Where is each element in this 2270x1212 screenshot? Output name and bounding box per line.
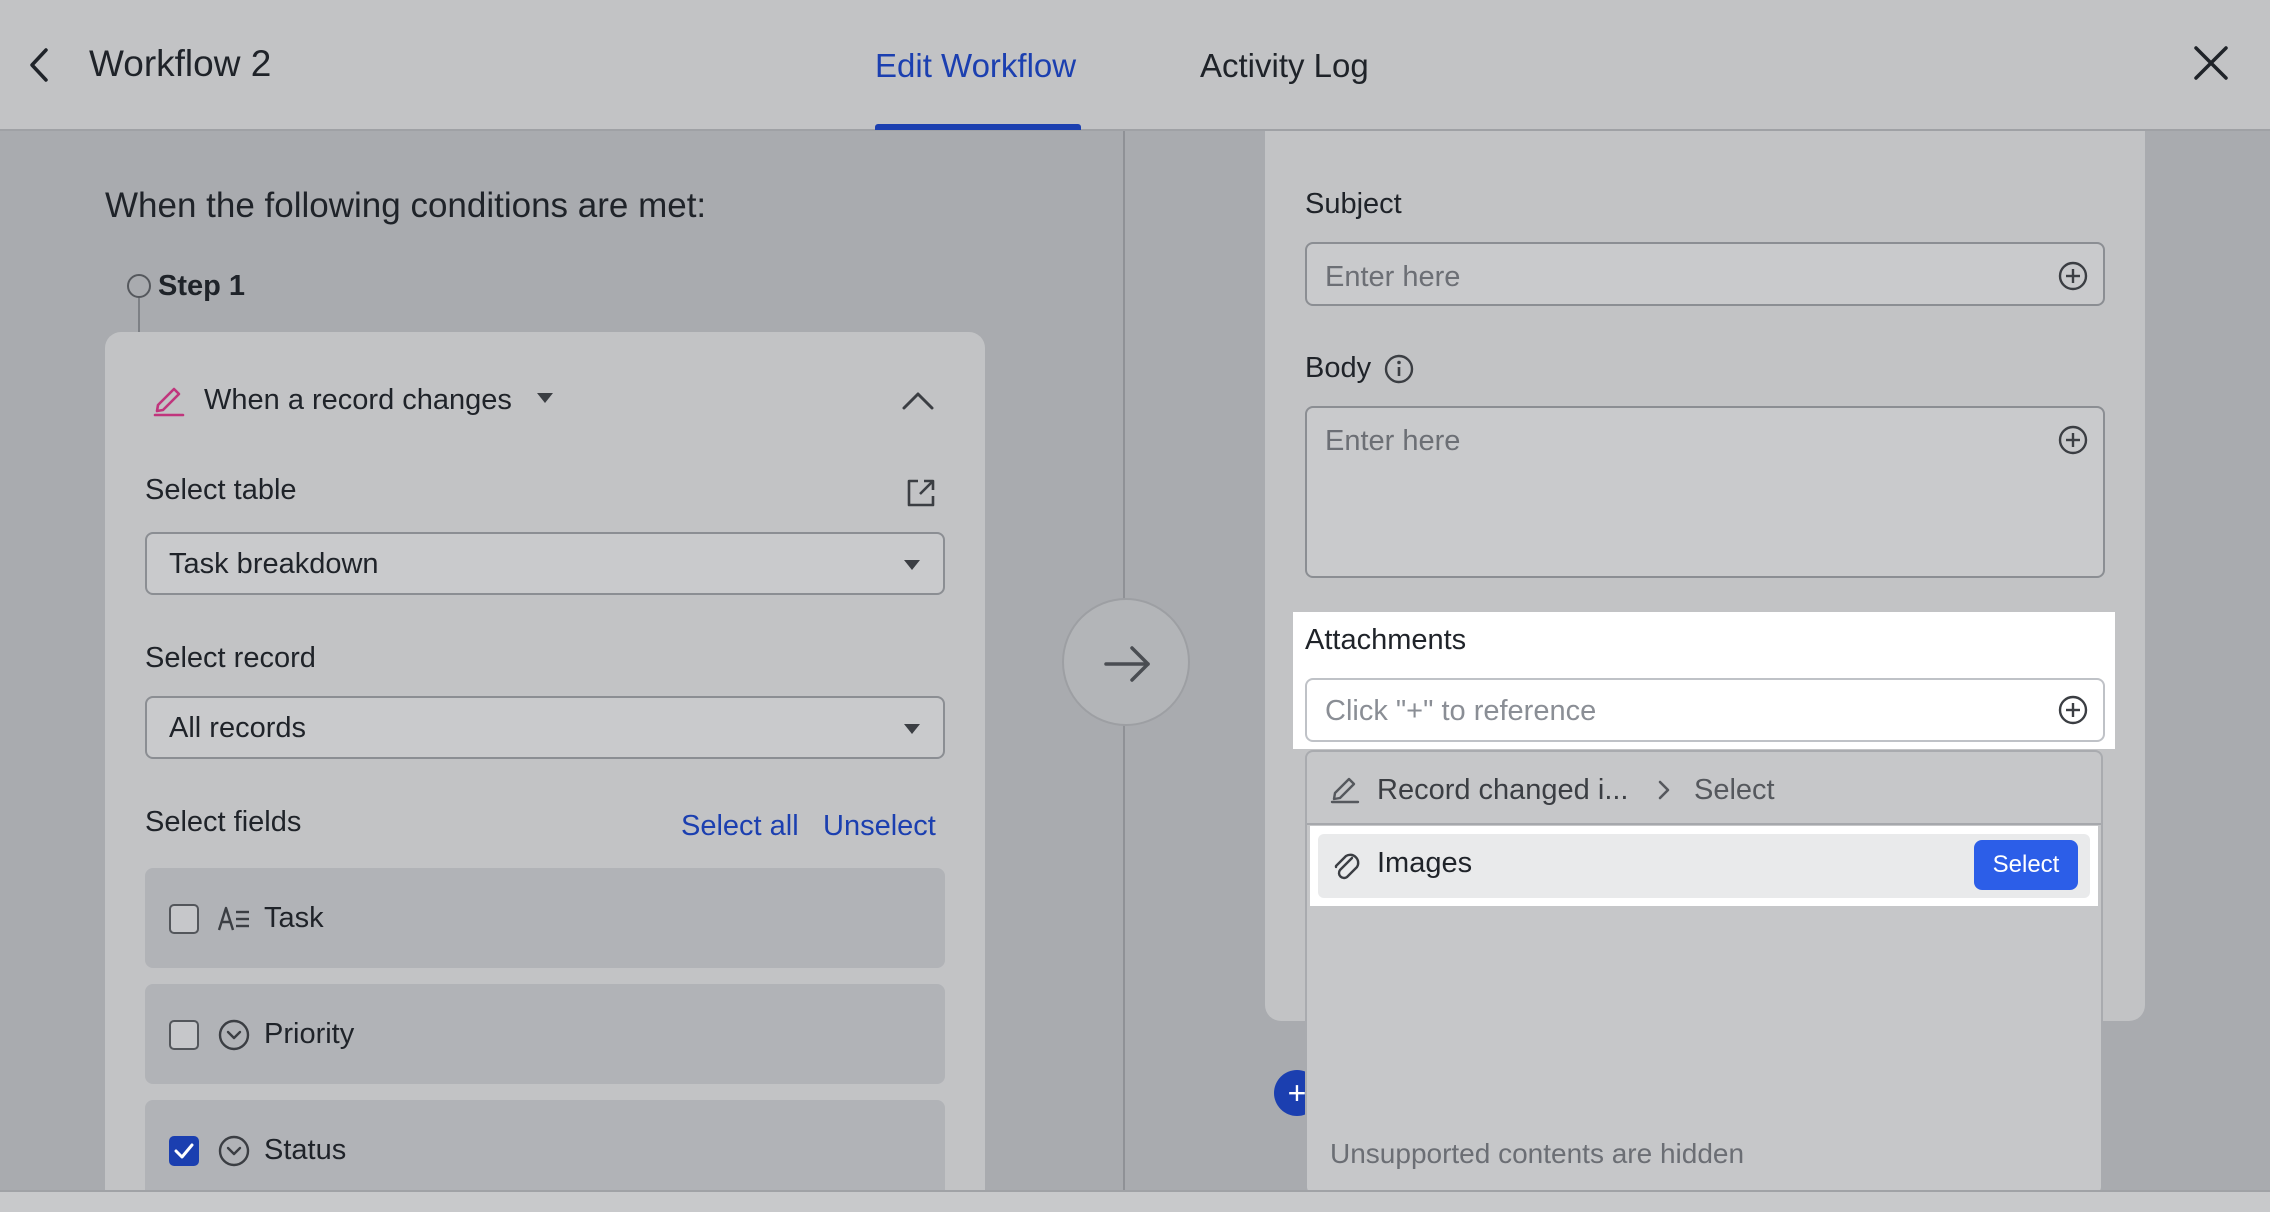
- field-row-task[interactable]: Task: [145, 868, 945, 968]
- caret-down-icon: [903, 558, 921, 572]
- checkbox[interactable]: [169, 1020, 199, 1050]
- field-name: Status: [264, 1134, 347, 1166]
- reference-dropdown: [1305, 750, 2103, 1195]
- flow-arrow-node: [1062, 598, 1190, 726]
- checkbox-checked[interactable]: [169, 1136, 199, 1166]
- images-label: Images: [1377, 847, 1473, 879]
- step-marker-icon: [127, 274, 151, 298]
- paperclip-icon: [1330, 848, 1362, 884]
- subject-input[interactable]: Enter here: [1305, 242, 2105, 306]
- attachments-label: Attachments: [1305, 624, 1467, 656]
- arrow-right-icon: [1104, 646, 1150, 682]
- field-name: Priority: [264, 1018, 355, 1050]
- field-row-status[interactable]: Status: [145, 1100, 945, 1200]
- tab-edit-workflow[interactable]: Edit Workflow: [875, 42, 1076, 90]
- select-table-dropdown[interactable]: Task breakdown: [145, 532, 945, 595]
- step-connector: [138, 298, 140, 332]
- dropdown-divider: [1307, 823, 2101, 825]
- breadcrumb-current: Select: [1694, 774, 1775, 806]
- body-placeholder: Enter here: [1325, 425, 1461, 457]
- breadcrumb-source[interactable]: Record changed i...: [1377, 770, 1628, 810]
- select-fields-label: Select fields: [145, 806, 302, 838]
- active-tab-indicator: [875, 124, 1081, 130]
- attachments-input[interactable]: Click "+" to reference: [1305, 678, 2105, 742]
- select-button[interactable]: Select: [1974, 840, 2078, 890]
- info-icon[interactable]: [1383, 353, 1415, 385]
- field-row-priority[interactable]: Priority: [145, 984, 945, 1084]
- add-reference-icon[interactable]: [2057, 260, 2089, 292]
- select-table-value: Task breakdown: [169, 548, 379, 580]
- attachments-placeholder: Click "+" to reference: [1325, 695, 1597, 727]
- field-name: Task: [264, 902, 324, 934]
- checkbox[interactable]: [169, 904, 199, 934]
- text-field-icon: [217, 902, 251, 936]
- unsupported-note: Unsupported contents are hidden: [1330, 1138, 1745, 1169]
- add-reference-icon[interactable]: [2057, 694, 2089, 726]
- top-bar: [0, 0, 2270, 131]
- add-reference-icon[interactable]: [2057, 424, 2089, 456]
- workflow-title: Workflow 2: [89, 43, 272, 84]
- chevron-up-icon[interactable]: [900, 386, 936, 416]
- trigger-type-dropdown[interactable]: When a record changes: [204, 380, 512, 420]
- chevron-right-icon: [1655, 778, 1673, 802]
- pencil-edit-icon: [1330, 772, 1360, 804]
- open-external-icon[interactable]: [904, 476, 938, 510]
- select-record-value: All records: [169, 712, 306, 744]
- unselect-link[interactable]: Unselect: [823, 806, 936, 846]
- back-arrow-icon[interactable]: [20, 40, 60, 90]
- single-select-icon: [217, 1018, 251, 1052]
- close-icon[interactable]: [2188, 38, 2234, 88]
- select-record-label: Select record: [145, 642, 316, 674]
- select-all-link[interactable]: Select all: [681, 806, 799, 846]
- select-table-label: Select table: [145, 474, 297, 506]
- select-record-dropdown[interactable]: All records: [145, 696, 945, 759]
- pencil-edit-icon: [152, 381, 186, 417]
- body-textarea[interactable]: Enter here: [1305, 406, 2105, 578]
- step-label: Step 1: [158, 270, 246, 302]
- single-select-icon: [217, 1134, 251, 1168]
- conditions-heading: When the following conditions are met:: [105, 186, 707, 225]
- body-label: Body: [1305, 352, 1372, 384]
- subject-label: Subject: [1305, 188, 1402, 220]
- tab-activity-log[interactable]: Activity Log: [1200, 42, 1369, 90]
- caret-down-icon[interactable]: [536, 391, 554, 405]
- bottom-edge: [0, 1190, 2270, 1212]
- caret-down-icon: [903, 722, 921, 736]
- subject-placeholder: Enter here: [1325, 261, 1461, 293]
